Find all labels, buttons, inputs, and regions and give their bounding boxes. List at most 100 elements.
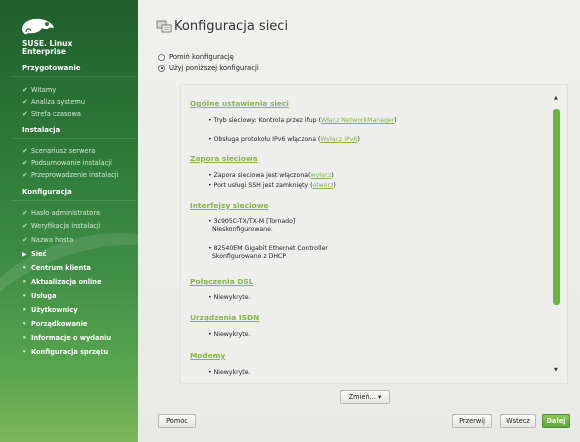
back-button[interactable]: Wstecz xyxy=(500,414,536,428)
step-verify-install: ✔ Weryfikacja instalacji xyxy=(22,222,101,230)
ipv6-text: Obsługa protokołu IPv6 włączona ( xyxy=(213,136,321,143)
disable-firewall-link[interactable]: wyłącz xyxy=(310,172,331,179)
summary-panel: Ogólne ustawienia sieci • Tryb sieciowy:… xyxy=(180,84,568,384)
open-ssh-port-link[interactable]: otwórz xyxy=(312,182,333,189)
vertical-scrollbar[interactable]: ▲ ▼ xyxy=(551,93,563,377)
step-root-password: ✔ Hasło administratora xyxy=(22,209,100,217)
step-label: Weryfikacja instalacji xyxy=(31,222,101,230)
step-label: Centrum klienta xyxy=(31,264,91,272)
paren-close: ) xyxy=(333,182,336,189)
radio-skip-label: Pomiń konfigurację xyxy=(169,53,234,61)
bullet-icon: • xyxy=(22,348,27,356)
heading-modems[interactable]: Modemy xyxy=(190,351,225,360)
dsl-line: • Niewykryte. xyxy=(208,294,251,301)
heading-firewall[interactable]: Zapora sieciowa xyxy=(190,154,258,163)
interface-1-name: 3c905C-TX/TX-M [Tornado] xyxy=(213,218,296,225)
network-config-icon xyxy=(156,20,172,33)
step-label: Przeprowadzenie instalacji xyxy=(31,171,119,179)
step-timezone: ✔ Strefa czasowa xyxy=(22,110,81,118)
check-icon: ✔ xyxy=(22,98,28,106)
divider xyxy=(12,76,136,77)
bullet-icon: • xyxy=(22,334,27,342)
section-installation: Instalacja xyxy=(22,126,61,134)
interface-2-name: 82540EM Gigabit Ethernet Controller xyxy=(213,245,328,252)
interface-1: • 3c905C-TX/TX-M [Tornado] Nieskonfiguro… xyxy=(208,218,296,233)
step-cleanup: • Porządkowanie xyxy=(22,320,87,328)
heading-general-settings[interactable]: Ogólne ustawienia sieci xyxy=(190,99,289,108)
network-mode-text: Tryb sieciowy: Kontrola przez ifup ( xyxy=(213,117,321,124)
bullet-icon: • xyxy=(22,306,27,314)
radio-use-label: Użyj poniższej konfiguracji xyxy=(169,64,259,72)
ipv6-line: • Obsługa protokołu IPv6 włączona (Wyłąc… xyxy=(208,136,360,143)
check-icon: ✔ xyxy=(22,171,28,179)
change-button-label: Zmień... xyxy=(348,393,376,401)
bullet-icon: • xyxy=(22,264,27,272)
step-welcome: ✔ Witamy xyxy=(22,86,56,94)
step-network-active: ▶ Sieć xyxy=(22,250,46,258)
step-label: Informacje o wydaniu xyxy=(31,334,112,342)
ssh-port-line: • Port usługi SSH jest zamknięty (otwórz… xyxy=(208,182,336,189)
interface-2-status: Skonfigurowano z DHCP xyxy=(211,253,287,260)
check-icon: ✔ xyxy=(22,222,28,230)
heading-isdn[interactable]: Urządzenia ISDN xyxy=(190,313,259,322)
check-icon: ✔ xyxy=(22,209,28,217)
step-label: Porządkowanie xyxy=(31,320,88,328)
interface-2: • 82540EM Gigabit Ethernet Controller Sk… xyxy=(208,245,328,260)
help-button[interactable]: Pomoc xyxy=(158,414,196,428)
step-label: Scenariusz serwera xyxy=(31,147,96,155)
main-area: Konfiguracja sieci Pomiń konfigurację Uż… xyxy=(138,0,580,442)
brand: SUSE. Linux Enterprise xyxy=(22,40,72,56)
page-title: Konfiguracja sieci xyxy=(174,19,289,34)
abort-button[interactable]: Przerwij xyxy=(452,414,492,428)
step-system-analysis: ✔ Analiza systemu xyxy=(22,98,85,106)
step-customer-center: • Centrum klienta xyxy=(22,264,91,272)
divider xyxy=(12,138,136,139)
change-button[interactable]: Zmień... ▾ xyxy=(340,390,390,404)
scroll-down-arrow-icon[interactable]: ▼ xyxy=(554,367,558,373)
modem-line: • Niewykryte. xyxy=(208,369,251,376)
step-perform-install: ✔ Przeprowadzenie instalacji xyxy=(22,171,118,179)
check-icon: ✔ xyxy=(22,147,28,155)
network-mode-line: • Tryb sieciowy: Kontrola przez ifup (Wł… xyxy=(208,117,397,124)
check-icon: ✔ xyxy=(22,110,28,118)
suse-chameleon-logo xyxy=(22,18,54,35)
scrollbar-thumb[interactable] xyxy=(553,109,560,305)
step-label: Podsumowanie instalacji xyxy=(31,159,112,167)
step-hardware-config: • Konfiguracja sprzętu xyxy=(22,348,108,356)
step-label: Usługa xyxy=(31,292,57,300)
bullet-icon: • xyxy=(22,278,27,286)
paren-close: ) xyxy=(357,136,360,143)
step-label: Sieć xyxy=(31,250,47,258)
step-hostname: ✔ Nazwa hosta xyxy=(22,236,73,244)
step-install-summary: ✔ Podsumowanie instalacji xyxy=(22,159,112,167)
heading-network-interfaces[interactable]: Interfejsy sieciowe xyxy=(190,201,269,210)
radio-skip-config[interactable]: Pomiń konfigurację xyxy=(158,53,234,61)
radio-use-config[interactable]: Użyj poniższej konfiguracji xyxy=(158,64,259,72)
radio-button-icon[interactable] xyxy=(158,53,165,61)
paren-close: ) xyxy=(331,172,334,179)
heading-dsl[interactable]: Połączenia DSL xyxy=(190,277,253,286)
modem-value: Niewykryte. xyxy=(213,369,251,376)
isdn-line: • Niewykryte. xyxy=(208,331,251,338)
check-icon: ✔ xyxy=(22,86,28,94)
step-users: • Użytkownicy xyxy=(22,306,78,314)
bullet-icon: • xyxy=(22,292,27,300)
step-label: Konfiguracja sprzętu xyxy=(31,348,109,356)
check-icon: ✔ xyxy=(22,159,28,167)
next-button[interactable]: Dalej xyxy=(542,414,570,428)
disable-ipv6-link[interactable]: Wyłącz IPv6 xyxy=(320,136,357,143)
step-server-scenario: ✔ Scenariusz serwera xyxy=(22,147,95,155)
sidebar: SUSE. Linux Enterprise Przygotowanie ✔ Wi… xyxy=(0,0,138,442)
dropdown-arrow-icon: ▾ xyxy=(378,393,382,401)
radio-button-selected-icon[interactable] xyxy=(158,64,165,72)
firewall-line: • Zapora sieciowa jest włączona(wyłącz) xyxy=(208,172,334,179)
dsl-value: Niewykryte. xyxy=(213,294,251,301)
current-step-arrow-icon: ▶ xyxy=(22,250,27,258)
step-online-update: • Aktualizacja online xyxy=(22,278,101,286)
check-icon: ✔ xyxy=(22,236,28,244)
enable-networkmanager-link[interactable]: Włącz NetworkManager xyxy=(321,117,394,124)
step-label: Użytkownicy xyxy=(31,306,78,314)
bullet-icon: • xyxy=(22,320,27,328)
divider xyxy=(12,200,136,201)
scroll-up-arrow-icon[interactable]: ▲ xyxy=(554,95,558,101)
